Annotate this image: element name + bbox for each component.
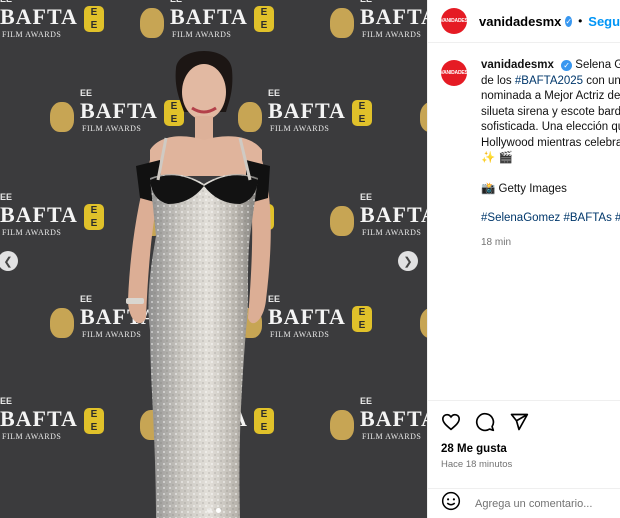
- caption-line-4: silueta sirena y escote bardo: [481, 105, 620, 118]
- caption-line-6: Hollywood mientras celebra: [481, 136, 620, 149]
- comment-icon[interactable]: [475, 412, 495, 432]
- caption-line-1: vanidadesmx ✓ Selena Gomez: [481, 59, 620, 72]
- celebrity-figure: [126, 51, 271, 518]
- comment-box: [428, 488, 620, 518]
- caption-hashtag[interactable]: #BAFTA2025: [515, 75, 583, 87]
- verified-icon: ✓: [561, 60, 573, 72]
- smiley-icon[interactable]: [441, 491, 461, 516]
- caption-username[interactable]: vanidadesmx: [481, 59, 554, 71]
- caption-text-fragment: de los: [481, 74, 515, 87]
- post-header: VANIDADES vanidadesmx ✓ • Seguir: [428, 0, 620, 43]
- post-photo[interactable]: EEBAFTAFILM AWARDSEEEEBAFTAFILM AWARDSEE…: [0, 0, 427, 518]
- caption-avatar[interactable]: VANIDADES: [440, 60, 468, 86]
- photo-credit: 📸 Getty Images: [481, 182, 567, 195]
- carousel-dots: [0, 508, 427, 513]
- next-photo-button[interactable]: ❯: [398, 251, 418, 271]
- chevron-right-icon: ❯: [403, 255, 413, 268]
- hashtags[interactable]: #SelenaGomez #BAFTAs #Va: [481, 211, 620, 227]
- post-side-panel: VANIDADES vanidadesmx ✓ • Seguir VANIDAD…: [427, 0, 620, 518]
- caption-text-fragment: con un d: [586, 74, 620, 87]
- account-username[interactable]: vanidadesmx: [479, 14, 561, 29]
- carousel-dot[interactable]: [206, 508, 212, 513]
- comment-input[interactable]: [475, 497, 620, 510]
- heart-icon[interactable]: [441, 413, 461, 431]
- chevron-left-icon: ❮: [3, 255, 13, 268]
- carousel-dot[interactable]: [215, 508, 221, 513]
- likes-count[interactable]: 28 Me gusta: [441, 443, 620, 455]
- post-actions: 28 Me gusta Hace 18 minutos: [428, 400, 620, 488]
- follow-button[interactable]: Seguir: [588, 14, 620, 29]
- caption-timestamp: 18 min: [481, 236, 512, 248]
- separator: •: [578, 14, 583, 28]
- verified-icon: ✓: [565, 15, 573, 27]
- caption-line-3: nominada a Mejor Actriz de: [481, 90, 620, 102]
- caption-area: VANIDADES vanidadesmx ✓ Selena Gomez de …: [428, 44, 620, 400]
- caption-line-5: sofisticada. Una elección que: [481, 121, 620, 133]
- post-timestamp: Hace 18 minutos: [441, 459, 513, 470]
- account-avatar[interactable]: VANIDADES: [440, 8, 468, 34]
- caption-line-2: de los #BAFTA2025 con un d: [481, 74, 620, 90]
- caption-text: vanidadesmx ✓ Selena Gomez de los #BAFTA…: [481, 58, 620, 250]
- send-icon[interactable]: [509, 412, 529, 432]
- caption-emoji-line: ✨ 🎬: [481, 152, 513, 164]
